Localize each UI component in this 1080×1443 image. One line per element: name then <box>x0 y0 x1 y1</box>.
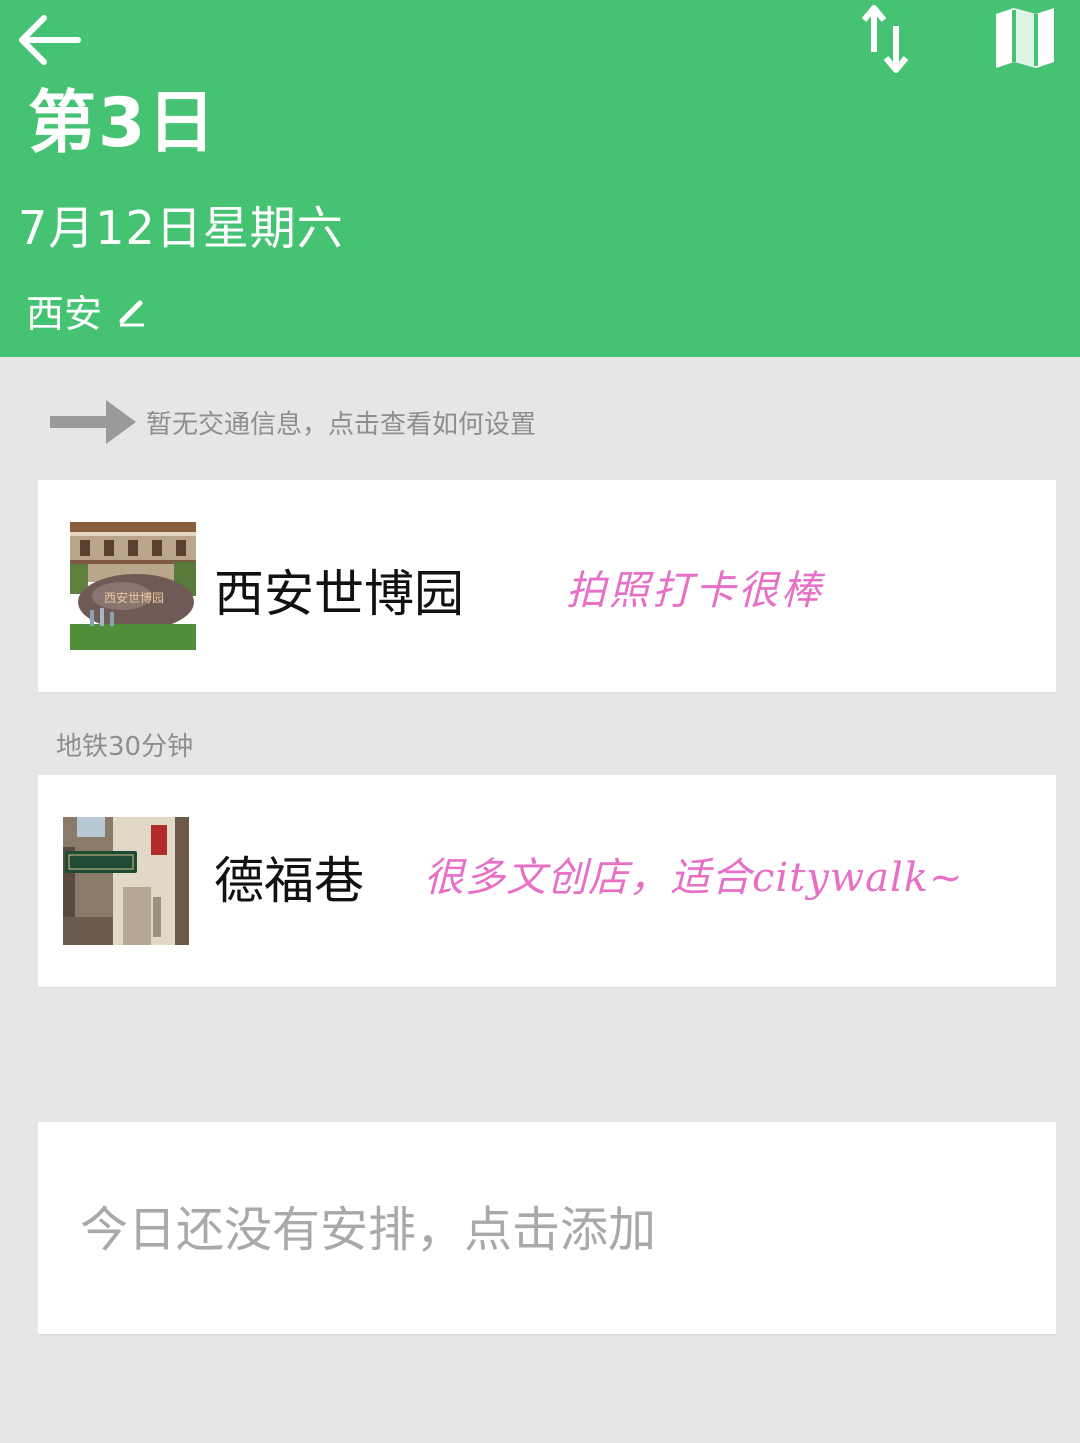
itinerary-item[interactable]: 德福巷 很多文创店，适合citywalk~ <box>38 775 1056 987</box>
photo-defu-lane <box>63 817 189 945</box>
itinerary-item[interactable]: 西安世博园 西安世博园 拍照打卡很棒 <box>38 480 1056 692</box>
photo-xian-expo-park: 西安世博园 <box>70 522 196 650</box>
back-button[interactable] <box>14 8 86 72</box>
sort-arrows-icon <box>861 5 909 73</box>
arrow-left-icon <box>19 15 81 65</box>
empty-prompt: 今日还没有安排，点击添加 <box>80 1202 657 1258</box>
place-name: 西安世博园 <box>214 565 464 623</box>
pencil-icon <box>119 300 145 327</box>
add-plan-card[interactable]: 今日还没有安排，点击添加 <box>38 1122 1056 1334</box>
place-thumbnail: 西安世博园 <box>70 522 196 650</box>
arrow-right-icon <box>50 400 136 444</box>
place-thumbnail <box>63 817 189 945</box>
city-edit-row[interactable]: 西安 <box>26 290 148 338</box>
place-note: 拍照打卡很棒 <box>566 568 824 614</box>
map-button[interactable] <box>990 4 1060 72</box>
place-note: 很多文创店，适合citywalk~ <box>424 855 964 901</box>
city-name: 西安 <box>26 292 103 336</box>
place-name: 德福巷 <box>214 852 364 910</box>
photo-sign-text: 西安世博园 <box>104 590 164 605</box>
map-icon <box>996 8 1054 68</box>
header-bar: 第3日 7月12日星期六 西安 <box>0 0 1080 357</box>
transport-hint-text: 暂无交通信息，点击查看如何设置 <box>146 409 537 440</box>
transport-hint[interactable]: 暂无交通信息，点击查看如何设置 <box>48 398 536 446</box>
commute-info[interactable]: 地铁30分钟 <box>56 726 193 763</box>
reorder-button[interactable] <box>854 2 918 76</box>
date-label: 7月12日星期六 <box>18 201 344 255</box>
day-title: 第3日 <box>28 84 218 163</box>
